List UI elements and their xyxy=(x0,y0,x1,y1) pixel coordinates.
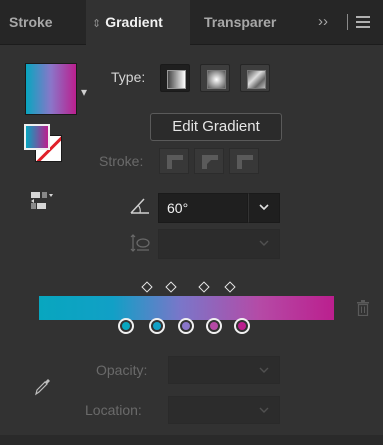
swatch-dropdown-icon[interactable]: ▾ xyxy=(81,85,87,99)
color-stop[interactable] xyxy=(206,318,222,334)
color-stop[interactable] xyxy=(118,318,134,334)
edit-gradient-button[interactable]: Edit Gradient xyxy=(150,113,282,141)
angle-input[interactable]: 60° xyxy=(158,193,248,223)
opacity-label: Opacity: xyxy=(96,362,148,378)
fill-stroke-indicator[interactable] xyxy=(24,124,64,164)
aspect-ratio-input[interactable] xyxy=(158,229,280,259)
stroke-across-button[interactable] xyxy=(229,148,259,174)
color-stop[interactable] xyxy=(149,318,165,334)
midpoint-diamond[interactable] xyxy=(224,281,236,293)
panel-menu-icon[interactable] xyxy=(356,16,370,28)
chevron-down-icon xyxy=(259,407,269,413)
more-tabs-icon[interactable]: ›› xyxy=(318,0,344,44)
trash-icon[interactable] xyxy=(356,300,370,321)
radial-gradient-icon xyxy=(207,70,226,89)
stroke-across-icon xyxy=(237,155,253,169)
midpoint-diamond[interactable] xyxy=(198,281,210,293)
midpoint-diamond[interactable] xyxy=(141,281,153,293)
chevron-down-icon xyxy=(259,204,269,211)
panel-tab-bar: Stroke ⇕ Gradient Transparer ›› xyxy=(0,0,383,45)
angle-icon xyxy=(129,196,151,221)
chevron-down-icon xyxy=(259,367,269,373)
location-label: Location: xyxy=(85,402,142,418)
linear-gradient-icon xyxy=(167,70,186,89)
gradient-swatch[interactable] xyxy=(25,63,77,115)
location-input[interactable] xyxy=(168,396,280,424)
stroke-along-icon xyxy=(202,155,218,169)
midpoint-diamond[interactable] xyxy=(165,281,177,293)
tab-gradient[interactable]: ⇕ Gradient xyxy=(86,0,190,45)
stroke-label: Stroke: xyxy=(99,153,144,169)
eyedropper-icon[interactable] xyxy=(34,376,52,401)
color-stop[interactable] xyxy=(234,318,250,334)
angle-dropdown[interactable] xyxy=(248,193,280,223)
tab-stroke[interactable]: Stroke xyxy=(0,0,86,44)
panel-bottom-edge xyxy=(0,435,383,445)
color-stop[interactable] xyxy=(178,318,194,334)
tab-gradient-label: Gradient xyxy=(105,14,163,30)
opacity-input[interactable] xyxy=(168,356,280,384)
tab-transparency[interactable]: Transparer xyxy=(190,0,300,44)
freeform-gradient-icon xyxy=(247,70,266,89)
freeform-gradient-button[interactable] xyxy=(240,64,270,92)
tab-updown-icon: ⇕ xyxy=(92,18,102,30)
gradient-slider[interactable] xyxy=(39,296,334,320)
radial-gradient-button[interactable] xyxy=(200,64,230,92)
stroke-along-button[interactable] xyxy=(194,148,224,174)
stroke-within-icon xyxy=(167,155,183,169)
reverse-gradient-icon[interactable] xyxy=(30,190,54,212)
stroke-within-button[interactable] xyxy=(159,148,189,174)
tab-separator xyxy=(347,14,348,30)
linear-gradient-button[interactable] xyxy=(160,64,190,92)
fill-gradient-swatch[interactable] xyxy=(24,124,50,150)
type-label: Type: xyxy=(111,69,146,85)
chevron-down-icon xyxy=(259,240,269,246)
aspect-ratio-icon xyxy=(129,232,151,259)
